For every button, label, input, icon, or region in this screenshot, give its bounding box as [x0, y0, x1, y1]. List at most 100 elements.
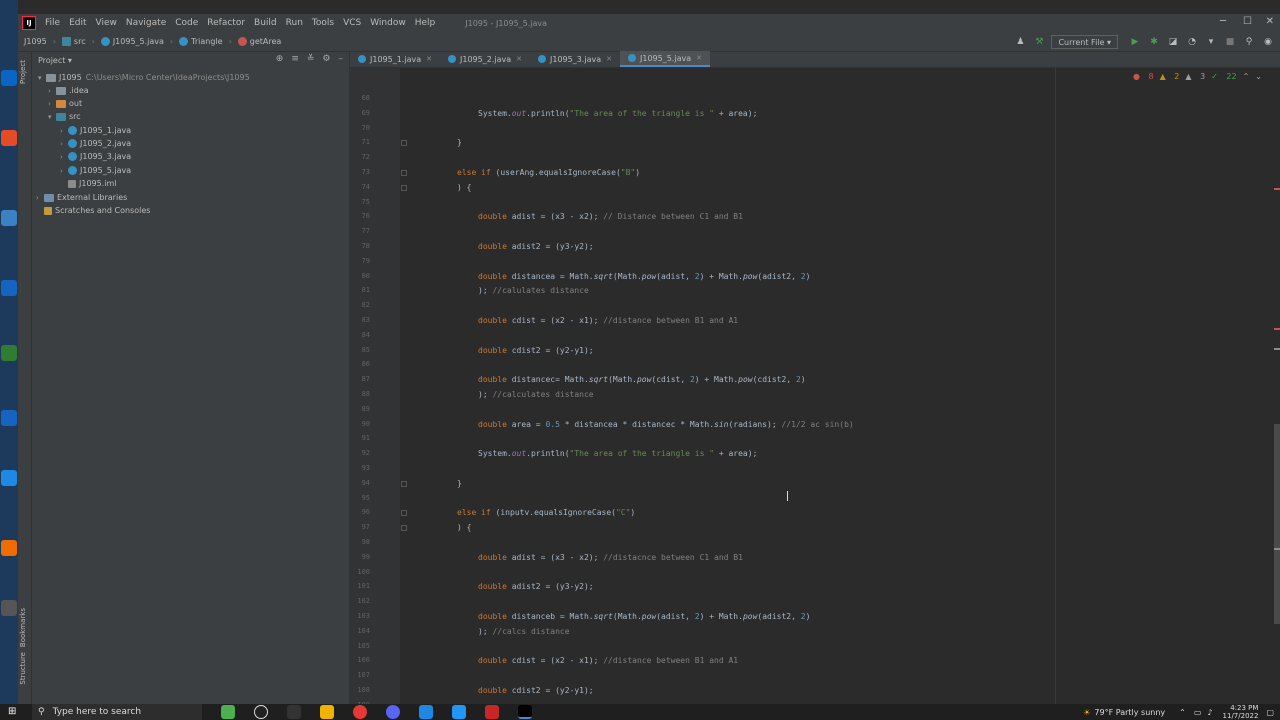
menu-window[interactable]: Window [370, 18, 406, 28]
warning-marker[interactable] [1274, 348, 1280, 350]
tree-item-external-libraries[interactable]: › External Libraries [36, 191, 127, 204]
code-editor[interactable]: 68 69 70 71 72 73 74 75 76 77 78 79 80 81 82 83 84 85 86 87… [350, 68, 1280, 704]
desktop-app-icon[interactable] [1, 130, 17, 146]
run-icon[interactable]: ▶ [1128, 35, 1142, 49]
code-line[interactable]: else if (userAng.equalsIgnoreCase("B") [457, 168, 640, 177]
breadcrumb-file[interactable]: J1095_5.java [100, 37, 164, 46]
code-line[interactable]: double distanceb = Math.sqrt(Math.pow(ad… [478, 612, 810, 621]
menu-edit[interactable]: Edit [69, 18, 86, 28]
close-icon[interactable]: ✕ [606, 55, 612, 63]
expand-all-icon[interactable]: ≡ [291, 54, 299, 64]
code-line[interactable]: double adist2 = (y3-y2); [478, 582, 594, 591]
menu-view[interactable]: View [96, 18, 117, 28]
discord-icon[interactable] [386, 705, 400, 719]
structure-tool-button[interactable]: Structure [19, 652, 27, 685]
breadcrumb-src[interactable]: src [61, 37, 86, 46]
desktop-app-icon[interactable] [1, 410, 17, 426]
code-line[interactable]: System.out.println("The area of the tria… [478, 109, 757, 118]
chrome-icon[interactable] [353, 705, 367, 719]
code-line[interactable]: double cdist2 = (y2-y1); [478, 686, 594, 695]
desktop-app-icon[interactable] [1, 540, 17, 556]
locate-icon[interactable]: ⊕ [276, 54, 284, 64]
project-panel-title[interactable]: Project [38, 56, 65, 65]
file-explorer-icon[interactable] [320, 705, 334, 719]
code-line[interactable]: double cdist2 = (y2-y1); [478, 346, 594, 355]
code-line[interactable]: double distancec= Math.sqrt(Math.pow(cdi… [478, 375, 806, 384]
profile-icon[interactable]: ◔ [1185, 35, 1199, 49]
debug-icon[interactable]: ✱ [1147, 35, 1161, 49]
chevron-down-icon[interactable]: ⌄ [1255, 72, 1262, 81]
fold-marker[interactable] [401, 525, 407, 532]
chevron-up-icon[interactable]: ⌃ [1243, 72, 1250, 81]
code-line[interactable]: ); //calulates distance [478, 286, 589, 295]
code-line[interactable]: double adist = (x3 - x2); // Distance be… [478, 212, 743, 221]
editor-scrollbar[interactable] [1274, 68, 1280, 704]
breadcrumb-class[interactable]: Triangle [179, 37, 223, 46]
close-icon[interactable]: ✕ [516, 55, 522, 63]
taskbar-app-icon[interactable] [221, 705, 235, 719]
fold-marker[interactable] [401, 170, 407, 176]
code-line[interactable]: double adist2 = (y3-y2); [478, 242, 594, 251]
tab-j1095-3[interactable]: J1095_3.java ✕ [530, 51, 620, 67]
close-icon[interactable]: ✕ [696, 54, 702, 62]
tree-item-idea[interactable]: › .idea [48, 84, 89, 97]
project-tool-button[interactable]: Project [19, 60, 27, 84]
code-line[interactable]: ); //calculates distance [478, 390, 594, 399]
tree-item-java-file[interactable]: › J1095_1.java [60, 124, 131, 137]
code-line[interactable]: } [457, 479, 462, 488]
volume-icon[interactable]: ♪ [1207, 708, 1212, 717]
bookmarks-tool-button[interactable]: Bookmarks [19, 608, 27, 647]
clock[interactable]: 4:23 PM 11/7/2022 [1223, 704, 1259, 720]
code-line[interactable]: ) { [457, 523, 471, 532]
code-line[interactable]: double distancea = Math.sqrt(Math.pow(ad… [478, 272, 810, 281]
menu-help[interactable]: Help [415, 18, 436, 28]
code-line[interactable]: ) { [457, 183, 471, 192]
notifications-icon[interactable]: ▢ [1266, 708, 1274, 717]
tree-item-java-file[interactable]: › J1095_2.java [60, 137, 131, 150]
menu-code[interactable]: Code [175, 18, 198, 28]
desktop-app-icon[interactable] [1, 600, 17, 616]
taskbar-search[interactable]: ⚲ Type here to search [32, 704, 202, 720]
desktop-app-icon[interactable] [1, 470, 17, 486]
hide-icon[interactable]: – [339, 54, 344, 64]
desktop-app-icon[interactable] [1, 280, 17, 296]
desktop-app-icon[interactable] [1, 70, 17, 86]
warning-marker[interactable] [1274, 548, 1280, 550]
scrollbar-thumb[interactable] [1274, 424, 1280, 624]
code-line[interactable]: double area = 0.5 * distancea * distance… [478, 420, 854, 429]
breadcrumb-method[interactable]: getArea [237, 37, 281, 46]
code-line[interactable]: System.out.println("The area of the tria… [478, 449, 757, 458]
run-config-dropdown[interactable]: Current File ▾ [1051, 35, 1118, 49]
minimize-icon[interactable]: ─ [1220, 16, 1226, 27]
close-icon[interactable]: ✕ [1266, 16, 1274, 27]
fold-marker[interactable] [401, 480, 407, 487]
fold-marker[interactable] [401, 184, 407, 191]
tree-item-scratches[interactable]: Scratches and Consoles [44, 204, 150, 217]
menu-build[interactable]: Build [254, 18, 277, 28]
store-icon[interactable] [452, 705, 466, 719]
chevron-up-icon[interactable]: ⌃ [1179, 708, 1186, 717]
error-marker[interactable] [1274, 188, 1280, 190]
tab-j1095-2[interactable]: J1095_2.java ✕ [440, 51, 530, 67]
cortana-icon[interactable] [254, 705, 268, 719]
tree-item-java-file[interactable]: › J1095_3.java [60, 150, 131, 163]
user-icon[interactable]: ♟ [1013, 35, 1027, 49]
intellij-taskbar-icon[interactable] [518, 705, 532, 719]
stop-icon[interactable]: ■ [1223, 35, 1237, 49]
coverage-icon[interactable]: ◪ [1166, 35, 1180, 49]
windows-start-icon[interactable]: ⊞ [8, 706, 16, 717]
desktop-app-icon[interactable] [1, 345, 17, 361]
menu-navigate[interactable]: Navigate [126, 18, 166, 28]
more-run-icon[interactable]: ▾ [1204, 35, 1218, 49]
tree-item-root[interactable]: ▾ J1095 C:\Users\Micro Center\IdeaProjec… [38, 71, 250, 84]
fold-marker[interactable] [401, 140, 407, 147]
close-icon[interactable]: ✕ [426, 55, 432, 63]
code-line[interactable]: ); //calcs distance [478, 627, 570, 636]
menu-run[interactable]: Run [286, 18, 303, 28]
code-line[interactable]: double adist = (x3 - x2); //distacnce be… [478, 553, 743, 562]
line-number-gutter[interactable]: 68 69 70 71 72 73 74 75 76 77 78 79 80 81 82 83 84 85 86 87… [350, 68, 407, 704]
error-marker[interactable] [1274, 328, 1280, 330]
gear-icon[interactable]: ⚙ [322, 54, 330, 64]
tab-j1095-1[interactable]: J1095_1.java ✕ [350, 51, 440, 67]
menu-refactor[interactable]: Refactor [207, 18, 245, 28]
